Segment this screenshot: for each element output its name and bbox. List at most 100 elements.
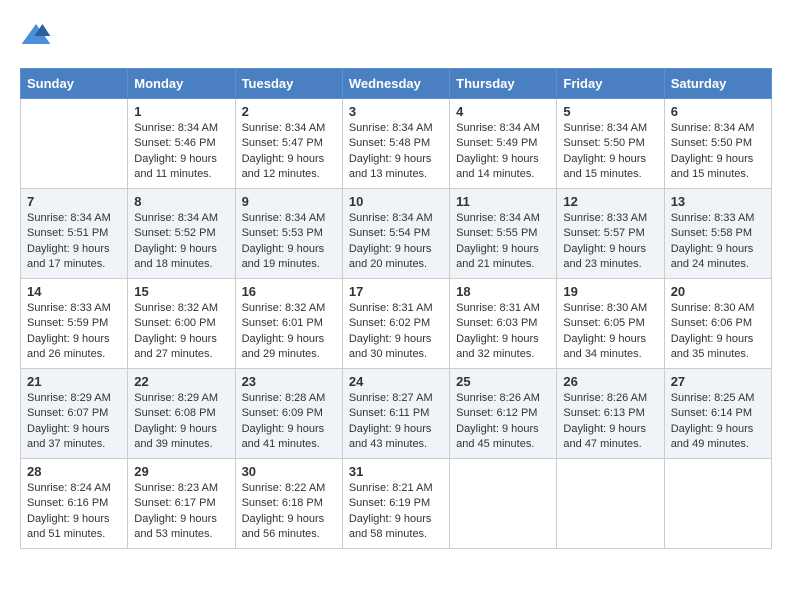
day-number: 21: [27, 374, 121, 389]
table-row: 2 Sunrise: 8:34 AMSunset: 5:47 PMDaylight…: [235, 99, 342, 189]
day-number: 20: [671, 284, 765, 299]
header-tuesday: Tuesday: [235, 69, 342, 99]
day-number: 26: [563, 374, 657, 389]
day-number: 31: [349, 464, 443, 479]
table-row: 7 Sunrise: 8:34 AMSunset: 5:51 PMDaylight…: [21, 189, 128, 279]
table-row: 31 Sunrise: 8:21 AMSunset: 6:19 PMDayligh…: [342, 459, 449, 549]
table-row: [21, 99, 128, 189]
day-info: Sunrise: 8:21 AMSunset: 6:19 PMDaylight:…: [349, 481, 443, 543]
day-info: Sunrise: 8:32 AMSunset: 6:01 PMDaylight:…: [242, 301, 336, 363]
day-info: Sunrise: 8:34 AMSunset: 5:52 PMDaylight:…: [134, 211, 228, 273]
table-row: 4Sunrise: 8:34 AMSunset: 5:49 PMDaylight…: [450, 99, 557, 189]
table-row: 14 Sunrise: 8:33 AMSunset: 5:59 PMDayligh…: [21, 279, 128, 369]
day-number: 22: [134, 374, 228, 389]
table-row: 17 Sunrise: 8:31 AMSunset: 6:02 PMDayligh…: [342, 279, 449, 369]
table-row: 20 Sunrise: 8:30 AMSunset: 6:06 PMDayligh…: [664, 279, 771, 369]
day-number: 9: [242, 194, 336, 209]
day-info: Sunrise: 8:25 AMSunset: 6:14 PMDaylight:…: [671, 391, 765, 453]
day-number: 12: [563, 194, 657, 209]
day-info: Sunrise: 8:29 AMSunset: 6:08 PMDaylight:…: [134, 391, 228, 453]
table-row: 28Sunrise: 8:24 AMSunset: 6:16 PMDayligh…: [21, 459, 128, 549]
day-number: 5: [563, 104, 657, 119]
day-number: 11: [456, 194, 550, 209]
day-number: 1: [134, 104, 228, 119]
day-info: Sunrise: 8:27 AMSunset: 6:11 PMDaylight:…: [349, 391, 443, 453]
table-row: 22 Sunrise: 8:29 AMSunset: 6:08 PMDayligh…: [128, 369, 235, 459]
table-row: 1 Sunrise: 8:34 AMSunset: 5:46 PMDaylight…: [128, 99, 235, 189]
day-number: 15: [134, 284, 228, 299]
day-number: 25: [456, 374, 550, 389]
day-info: Sunrise: 8:29 AMSunset: 6:07 PMDaylight:…: [27, 391, 121, 453]
calendar-header: Sunday Monday Tuesday Wednesday Thursday…: [21, 69, 772, 99]
table-row: 16 Sunrise: 8:32 AMSunset: 6:01 PMDayligh…: [235, 279, 342, 369]
day-info: Sunrise: 8:34 AMSunset: 5:54 PMDaylight:…: [349, 211, 443, 273]
day-info: Sunrise: 8:34 AMSunset: 5:50 PMDaylight:…: [671, 121, 765, 183]
day-info: Sunrise: 8:23 AMSunset: 6:17 PMDaylight:…: [134, 481, 228, 543]
logo-icon: [20, 20, 52, 52]
table-row: 12 Sunrise: 8:33 AMSunset: 5:57 PMDayligh…: [557, 189, 664, 279]
day-number: 16: [242, 284, 336, 299]
header-thursday: Thursday: [450, 69, 557, 99]
table-row: 9 Sunrise: 8:34 AMSunset: 5:53 PMDaylight…: [235, 189, 342, 279]
day-info: Sunrise: 8:26 AMSunset: 6:13 PMDaylight:…: [563, 391, 657, 453]
day-number: 10: [349, 194, 443, 209]
day-info: Sunrise: 8:34 AMSunset: 5:55 PMDaylight:…: [456, 211, 550, 273]
table-row: 26 Sunrise: 8:26 AMSunset: 6:13 PMDayligh…: [557, 369, 664, 459]
table-row: 5Sunrise: 8:34 AMSunset: 5:50 PMDaylight…: [557, 99, 664, 189]
table-row: 3 Sunrise: 8:34 AMSunset: 5:48 PMDaylight…: [342, 99, 449, 189]
day-info: Sunrise: 8:34 AMSunset: 5:48 PMDaylight:…: [349, 121, 443, 183]
day-number: 13: [671, 194, 765, 209]
header-monday: Monday: [128, 69, 235, 99]
day-number: 6: [671, 104, 765, 119]
day-info: Sunrise: 8:28 AMSunset: 6:09 PMDaylight:…: [242, 391, 336, 453]
table-row: [557, 459, 664, 549]
table-row: 8 Sunrise: 8:34 AMSunset: 5:52 PMDaylight…: [128, 189, 235, 279]
table-row: [664, 459, 771, 549]
table-row: 10 Sunrise: 8:34 AMSunset: 5:54 PMDayligh…: [342, 189, 449, 279]
header-friday: Friday: [557, 69, 664, 99]
day-info: Sunrise: 8:33 AMSunset: 5:58 PMDaylight:…: [671, 211, 765, 273]
day-info: Sunrise: 8:24 AMSunset: 6:16 PMDaylight:…: [27, 481, 121, 543]
day-number: 19: [563, 284, 657, 299]
day-info: Sunrise: 8:22 AMSunset: 6:18 PMDaylight:…: [242, 481, 336, 543]
calendar-table: Sunday Monday Tuesday Wednesday Thursday…: [20, 68, 772, 549]
day-info: Sunrise: 8:34 AMSunset: 5:53 PMDaylight:…: [242, 211, 336, 273]
day-number: 7: [27, 194, 121, 209]
day-number: 24: [349, 374, 443, 389]
day-info: Sunrise: 8:33 AMSunset: 5:59 PMDaylight:…: [27, 301, 121, 363]
day-info: Sunrise: 8:31 AMSunset: 6:03 PMDaylight:…: [456, 301, 550, 363]
table-row: 13 Sunrise: 8:33 AMSunset: 5:58 PMDayligh…: [664, 189, 771, 279]
day-info: Sunrise: 8:33 AMSunset: 5:57 PMDaylight:…: [563, 211, 657, 273]
table-row: [450, 459, 557, 549]
header-saturday: Saturday: [664, 69, 771, 99]
logo: [20, 20, 56, 52]
table-row: 24 Sunrise: 8:27 AMSunset: 6:11 PMDayligh…: [342, 369, 449, 459]
day-number: 2: [242, 104, 336, 119]
table-row: 25Sunrise: 8:26 AMSunset: 6:12 PMDayligh…: [450, 369, 557, 459]
day-number: 17: [349, 284, 443, 299]
day-info: Sunrise: 8:34 AMSunset: 5:47 PMDaylight:…: [242, 121, 336, 183]
day-number: 14: [27, 284, 121, 299]
table-row: 30 Sunrise: 8:22 AMSunset: 6:18 PMDayligh…: [235, 459, 342, 549]
day-number: 29: [134, 464, 228, 479]
day-info: Sunrise: 8:32 AMSunset: 6:00 PMDaylight:…: [134, 301, 228, 363]
day-info: Sunrise: 8:34 AMSunset: 5:51 PMDaylight:…: [27, 211, 121, 273]
day-number: 18: [456, 284, 550, 299]
table-row: 27 Sunrise: 8:25 AMSunset: 6:14 PMDayligh…: [664, 369, 771, 459]
table-row: 29 Sunrise: 8:23 AMSunset: 6:17 PMDayligh…: [128, 459, 235, 549]
day-number: 30: [242, 464, 336, 479]
day-number: 23: [242, 374, 336, 389]
header-wednesday: Wednesday: [342, 69, 449, 99]
day-info: Sunrise: 8:34 AMSunset: 5:46 PMDaylight:…: [134, 121, 228, 183]
day-number: 27: [671, 374, 765, 389]
day-info: Sunrise: 8:34 AMSunset: 5:49 PMDaylight:…: [456, 121, 550, 183]
day-number: 8: [134, 194, 228, 209]
table-row: 19Sunrise: 8:30 AMSunset: 6:05 PMDayligh…: [557, 279, 664, 369]
day-info: Sunrise: 8:31 AMSunset: 6:02 PMDaylight:…: [349, 301, 443, 363]
day-info: Sunrise: 8:30 AMSunset: 6:06 PMDaylight:…: [671, 301, 765, 363]
day-number: 3: [349, 104, 443, 119]
calendar-body: 1 Sunrise: 8:34 AMSunset: 5:46 PMDaylight…: [21, 99, 772, 549]
table-row: 15 Sunrise: 8:32 AMSunset: 6:00 PMDayligh…: [128, 279, 235, 369]
header-sunday: Sunday: [21, 69, 128, 99]
table-row: 21 Sunrise: 8:29 AMSunset: 6:07 PMDayligh…: [21, 369, 128, 459]
